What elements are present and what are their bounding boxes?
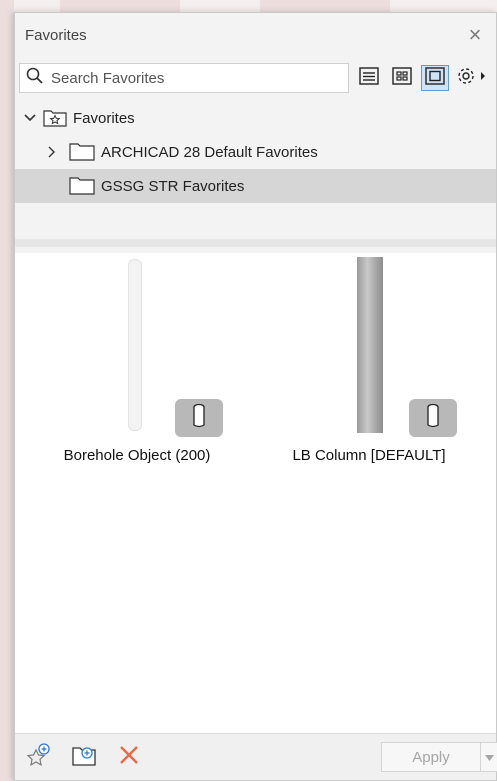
tree-item-favorites-root[interactable]: Favorites [15, 101, 496, 135]
search-box[interactable] [19, 63, 349, 93]
background-stripe [0, 0, 14, 781]
tree-item-label: ARCHICAD 28 Default Favorites [101, 143, 318, 161]
favorites-preview-area: Borehole Object (200) LB Column [DEFAULT… [15, 253, 496, 735]
favorite-item-label: Borehole Object (200) [63, 447, 211, 464]
background-stripe [60, 0, 180, 12]
toolbar [15, 63, 496, 95]
gear-icon [456, 66, 488, 91]
grid-view-button[interactable] [388, 65, 416, 91]
bottom-bar: Apply [15, 733, 497, 780]
close-icon[interactable]: × [462, 22, 488, 48]
grid-view-icon [392, 66, 412, 90]
new-folder-button[interactable] [71, 743, 99, 771]
delete-icon [118, 744, 140, 771]
new-favorite-button[interactable] [25, 742, 53, 773]
concrete-column-thumbnail [357, 257, 383, 433]
apply-dropdown[interactable] [481, 742, 497, 772]
splitter[interactable] [15, 239, 496, 247]
delete-button[interactable] [115, 743, 143, 771]
star-folder-icon [43, 109, 67, 127]
palette-title: Favorites [25, 26, 87, 44]
favorites-palette: Favorites × Search Favorites Favorites A… [14, 12, 497, 781]
new-folder-icon [71, 742, 99, 773]
folder-icon [69, 143, 95, 161]
apply-button[interactable]: Apply [381, 742, 481, 772]
favorite-item-label: LB Column [DEFAULT] [292, 447, 446, 464]
tree-item-label: Favorites [73, 109, 135, 127]
favorite-item[interactable]: LB Column [DEFAULT] [259, 253, 479, 483]
chevron-right-icon[interactable] [45, 146, 59, 158]
tree-item-label: GSSG STR Favorites [101, 177, 245, 195]
preview-view-icon [425, 66, 445, 90]
preview-view-button[interactable] [421, 65, 449, 91]
column-tool-badge [175, 399, 223, 437]
chevron-down-icon [484, 748, 494, 766]
list-view-icon [359, 66, 379, 90]
list-view-button[interactable] [355, 65, 383, 91]
favorites-tree: Favorites ARCHICAD 28 Default Favorites … [15, 101, 496, 203]
column-tool-badge [409, 399, 457, 437]
background-stripe [260, 0, 390, 12]
tree-item-archicad-defaults[interactable]: ARCHICAD 28 Default Favorites [15, 135, 496, 169]
title-bar[interactable]: Favorites × [15, 13, 496, 57]
chevron-down-icon[interactable] [23, 114, 37, 122]
search-icon [26, 67, 43, 89]
borehole-thumbnail [128, 259, 142, 431]
folder-icon [69, 177, 95, 195]
tree-item-gssg-str[interactable]: GSSG STR Favorites [15, 169, 496, 203]
search-input[interactable] [49, 68, 343, 88]
favorite-item[interactable]: Borehole Object (200) [27, 253, 247, 483]
settings-button[interactable] [455, 65, 489, 91]
column-tool-icon [426, 403, 440, 434]
new-favorite-icon [26, 742, 52, 773]
column-tool-icon [192, 403, 206, 434]
